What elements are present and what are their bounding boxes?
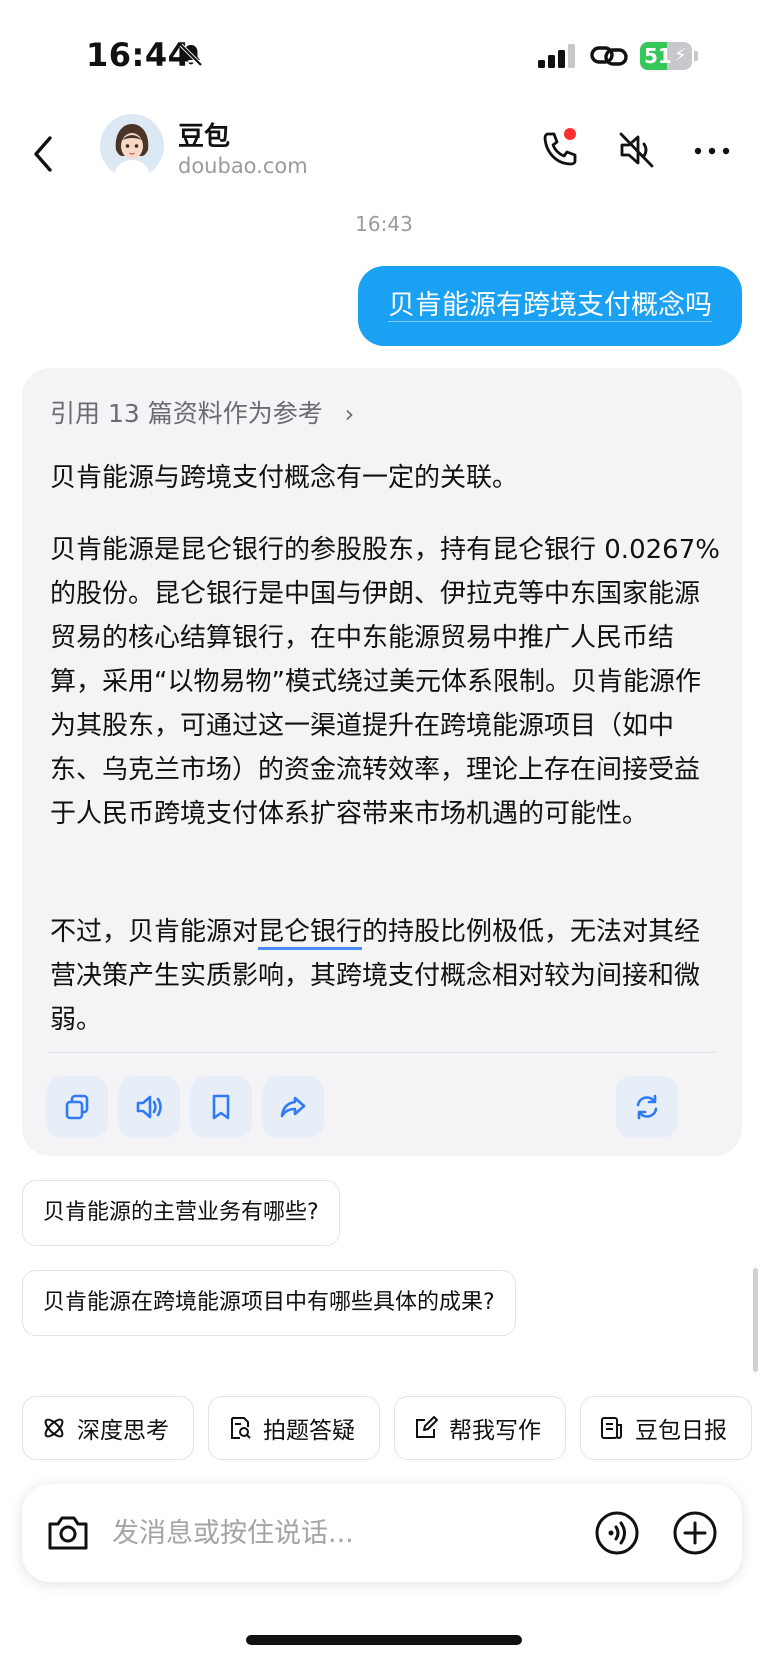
more-icon[interactable] <box>690 136 734 166</box>
notification-dot <box>564 128 576 140</box>
message-composer <box>22 1484 742 1582</box>
camera-icon[interactable] <box>46 1512 90 1552</box>
regenerate-icon <box>636 1094 658 1120</box>
quick-action-label: 拍题答疑 <box>263 1418 355 1444</box>
quick-action-daily-report[interactable]: 豆包日报 <box>580 1396 752 1460</box>
regenerate-button[interactable] <box>616 1076 678 1138</box>
answer-card: 引用 13 篇资料作为参考 › 贝肯能源与跨境支付概念有一定的关联。 贝肯能源是… <box>22 368 742 1156</box>
battery-level-text: 51 <box>644 44 672 68</box>
share-icon <box>280 1096 306 1118</box>
plus-icon[interactable] <box>672 1510 718 1556</box>
copy-button[interactable] <box>46 1076 108 1138</box>
chat-header: 豆包 doubao.com <box>0 112 768 212</box>
bookmark-icon <box>212 1094 230 1120</box>
link-icon <box>590 46 628 66</box>
quick-action-label: 帮我写作 <box>449 1418 541 1444</box>
atom-icon <box>44 1418 64 1438</box>
scrollbar[interactable] <box>753 1268 758 1372</box>
quick-action-label: 深度思考 <box>77 1418 169 1444</box>
answer-paragraph-1: 贝肯能源与跨境支付概念有一定的关联。 <box>50 463 519 493</box>
signal-icon <box>538 44 575 68</box>
references-label: 引用 13 篇资料作为参考 <box>50 399 323 428</box>
bell-slash-icon <box>179 43 203 67</box>
message-input[interactable] <box>112 1508 552 1558</box>
divider <box>48 1052 716 1053</box>
chat-subtitle: doubao.com <box>178 154 308 178</box>
home-indicator[interactable] <box>246 1635 522 1645</box>
user-message-text: 贝肯能源有跨境支付概念吗 <box>388 290 712 322</box>
status-time: 16:44 <box>86 36 191 74</box>
quick-action-deep-think[interactable]: 深度思考 <box>22 1396 194 1460</box>
back-icon[interactable] <box>26 126 66 182</box>
references-link[interactable]: 引用 13 篇资料作为参考 › <box>50 394 354 430</box>
message-timestamp: 16:43 <box>355 212 413 236</box>
edit-icon <box>416 1416 438 1438</box>
copy-icon <box>65 1094 89 1120</box>
newspaper-icon <box>601 1417 622 1439</box>
voice-icon[interactable] <box>594 1510 640 1556</box>
answer-paragraph-2: 贝肯能源是昆仑银行的参股股东，持有昆仑银行 0.0267%的股份。昆仑银行是中国… <box>50 535 720 829</box>
quick-action-help-write[interactable]: 帮我写作 <box>394 1396 566 1460</box>
bookmark-button[interactable] <box>190 1076 252 1138</box>
doc-search-icon <box>231 1417 251 1439</box>
battery-icon: 51 ⚡ <box>640 42 698 70</box>
answer-paragraph-3: 不过，贝肯能源对昆仑银行的持股比例极低，无法对其经营决策产生实质影响，其跨境支付… <box>50 910 720 1042</box>
suggestion-chip-2[interactable]: 贝肯能源在跨境能源项目中有哪些具体的成果? <box>22 1270 516 1336</box>
chat-title: 豆包 <box>178 122 231 152</box>
read-aloud-button[interactable] <box>118 1076 180 1138</box>
suggestion-chip-1[interactable]: 贝肯能源的主营业务有哪些? <box>22 1180 340 1246</box>
chevron-right-icon: › <box>344 400 355 428</box>
user-message-bubble[interactable]: 贝肯能源有跨境支付概念吗 <box>358 266 742 346</box>
quick-action-label: 豆包日报 <box>635 1418 727 1444</box>
speaker-icon <box>136 1095 162 1119</box>
share-button[interactable] <box>262 1076 324 1138</box>
paragraph-text: 不过，贝肯能源对 <box>50 917 259 947</box>
quick-action-photo-question[interactable]: 拍题答疑 <box>208 1396 380 1460</box>
mute-icon[interactable] <box>614 128 658 172</box>
avatar[interactable] <box>100 114 164 178</box>
entity-link[interactable]: 昆仑银行 <box>258 917 363 950</box>
status-bar: 16:44 51 ⚡ <box>0 0 768 112</box>
